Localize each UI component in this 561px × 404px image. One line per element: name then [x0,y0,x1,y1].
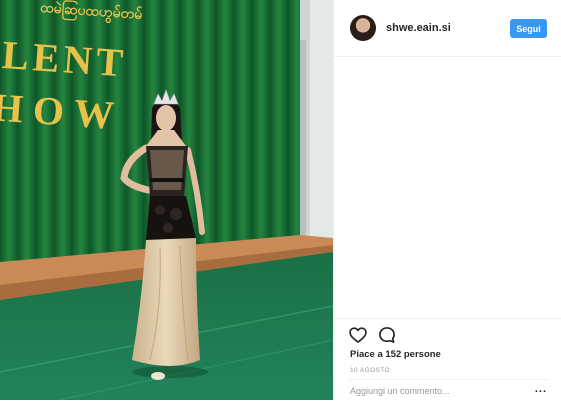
username-link[interactable]: shwe.eain.si [386,22,451,34]
ellipsis-icon[interactable]: ... [535,383,547,395]
avatar[interactable] [350,15,376,41]
post-date: 10 AGOSTO [350,367,390,374]
banner-line-2: HOW [0,84,126,138]
heart-outline-icon[interactable] [348,325,368,345]
follow-button[interactable]: Segui [510,19,547,38]
post-sidebar: shwe.eain.si Segui Piace a 152 persone 1… [333,0,561,400]
photo-graphic: ထမဲဆြပထဟွမ်တမ် LENT HOW [0,0,333,400]
comment-bar: ... [348,379,549,404]
post-header: shwe.eain.si Segui [334,0,561,57]
post-actions: Piace a 152 persone 10 AGOSTO ... [334,318,561,401]
banner-line-1: LENT [1,32,129,86]
likes-count[interactable]: Piace a 152 persone [350,349,441,360]
speech-bubble-icon[interactable] [377,325,397,345]
post-photo[interactable]: ထမဲဆြပထဟွမ်တမ် LENT HOW [0,0,333,400]
instagram-post: ထမဲဆြပထဟွမ်တမ် LENT HOW shwe.eain.si Seg… [0,0,561,400]
comment-input[interactable] [350,386,510,396]
